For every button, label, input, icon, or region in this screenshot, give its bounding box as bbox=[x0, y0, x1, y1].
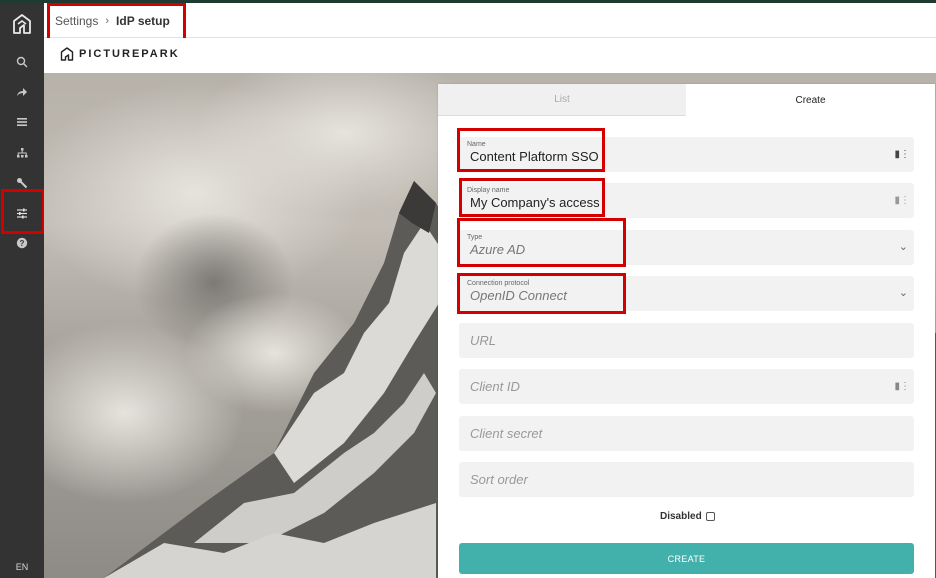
search-icon[interactable] bbox=[12, 52, 32, 72]
brand-bar: PICTUREPARK bbox=[44, 38, 936, 73]
tab-bar: List Create bbox=[438, 84, 935, 116]
help-icon[interactable]: ? bbox=[12, 233, 32, 253]
language-selector[interactable]: EN bbox=[0, 562, 44, 572]
client-id-placeholder: Client ID bbox=[470, 379, 520, 394]
tab-list[interactable]: List bbox=[438, 84, 686, 116]
list-icon[interactable] bbox=[12, 112, 32, 132]
svg-text:?: ? bbox=[20, 239, 25, 248]
client-id-field[interactable]: Client ID ▮⋮ bbox=[459, 369, 914, 404]
name-highlight-box bbox=[457, 128, 605, 172]
translate-icon[interactable]: ▮⋮ bbox=[894, 149, 910, 160]
brand-name: PICTUREPARK bbox=[79, 48, 180, 60]
create-button[interactable]: CREATE bbox=[459, 543, 914, 574]
chevron-down-icon: ⌄ bbox=[898, 287, 908, 299]
left-nav-rail: ? EN bbox=[0, 3, 45, 578]
client-secret-field[interactable]: Client secret bbox=[459, 416, 914, 451]
settings-highlight-box bbox=[1, 189, 45, 234]
translate-icon[interactable]: ▮⋮ bbox=[894, 195, 910, 206]
sort-order-field[interactable]: Sort order bbox=[459, 462, 914, 497]
disabled-label: Disabled bbox=[660, 511, 702, 522]
type-highlight-box bbox=[457, 218, 626, 267]
url-field[interactable]: URL bbox=[459, 323, 914, 358]
display-name-highlight-box bbox=[459, 178, 605, 217]
url-placeholder: URL bbox=[470, 333, 497, 348]
share-icon[interactable] bbox=[12, 82, 32, 102]
tab-create[interactable]: Create bbox=[686, 84, 935, 116]
disabled-checkbox[interactable] bbox=[705, 512, 715, 521]
protocol-highlight-box bbox=[457, 273, 626, 314]
translate-icon[interactable]: ▮⋮ bbox=[894, 381, 910, 392]
breadcrumb-highlight-box bbox=[47, 3, 186, 43]
chevron-down-icon: ⌄ bbox=[898, 241, 908, 253]
brand-logo: PICTUREPARK bbox=[60, 47, 180, 61]
disabled-row: Disabled bbox=[660, 511, 715, 522]
sort-order-placeholder: Sort order bbox=[470, 472, 528, 487]
idp-create-panel: List Create Name Content Plaftorm SSO ▮⋮… bbox=[438, 84, 935, 578]
picturepark-logo-icon bbox=[60, 47, 74, 61]
app-logo-icon[interactable] bbox=[11, 13, 33, 35]
hierarchy-icon[interactable] bbox=[12, 143, 32, 163]
client-secret-placeholder: Client secret bbox=[470, 426, 543, 441]
header-bar: Settings › IdP setup bbox=[44, 3, 936, 43]
